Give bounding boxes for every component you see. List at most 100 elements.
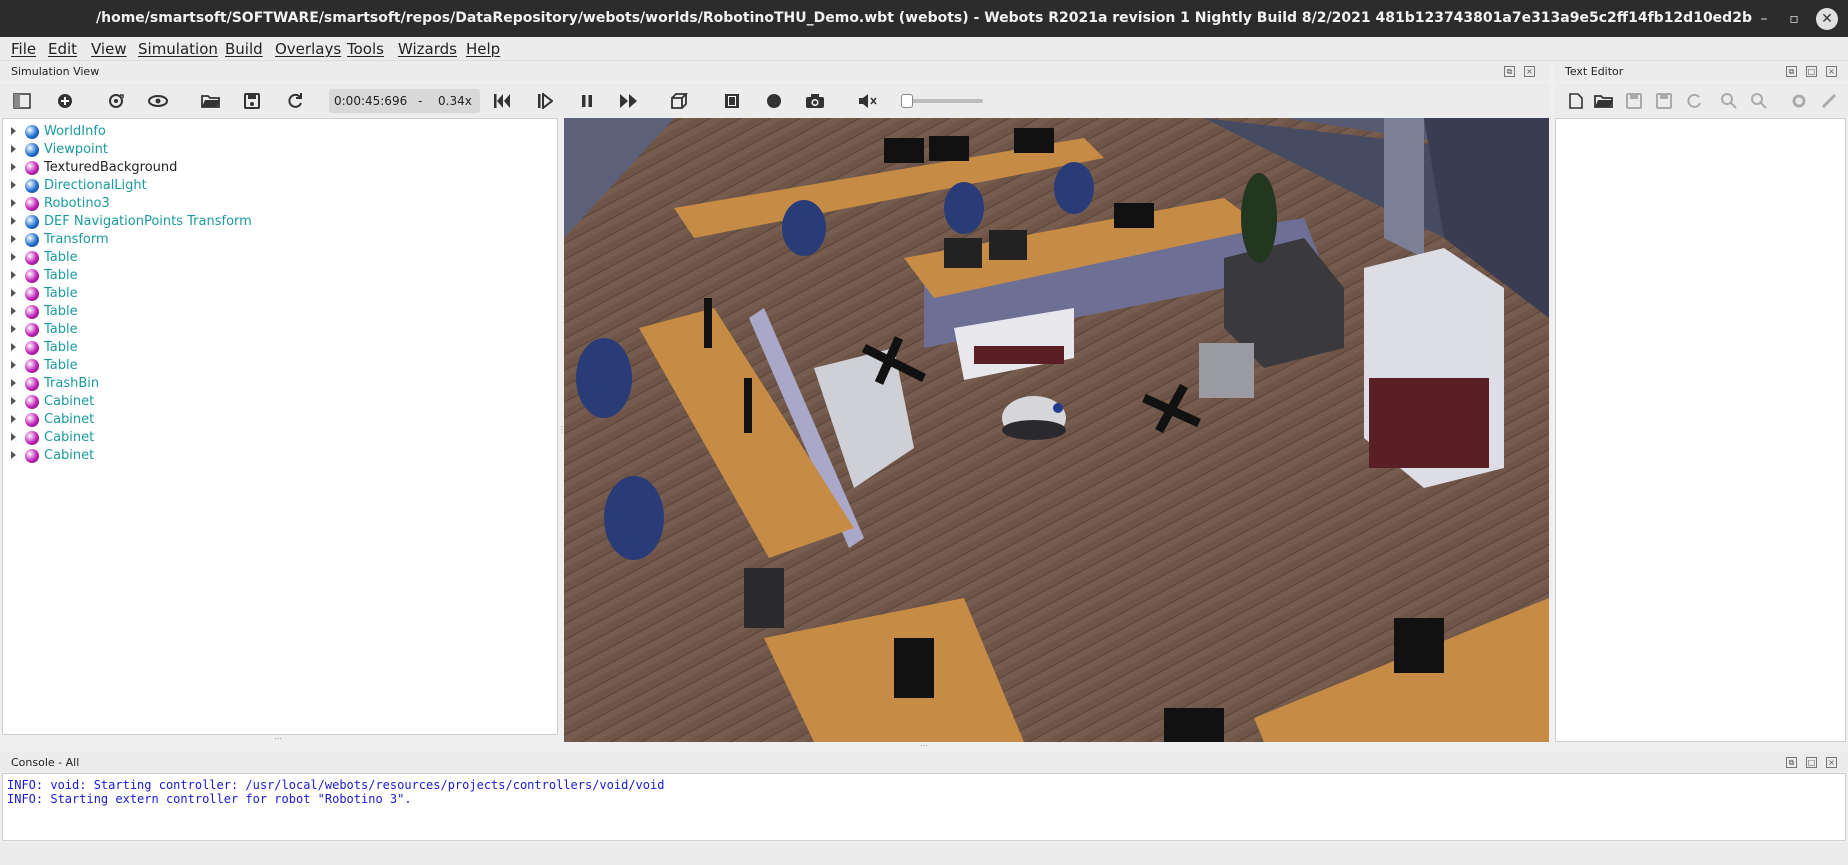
expand-arrow-icon[interactable] xyxy=(11,343,16,351)
scene-tree-node[interactable]: DirectionalLight xyxy=(3,177,557,195)
scene-tree-node-label: Robotino3 xyxy=(44,196,110,211)
float-dock-icon[interactable]: ⧉ xyxy=(1504,66,1515,77)
save-as-icon[interactable] xyxy=(1653,90,1675,112)
expand-arrow-icon[interactable] xyxy=(11,397,16,405)
expand-arrow-icon[interactable] xyxy=(11,451,16,459)
simulation-time: 0:00:45:696 xyxy=(334,94,408,108)
scene-tree-node-label: DirectionalLight xyxy=(44,178,147,193)
scene-tree-node[interactable]: Table xyxy=(3,267,557,285)
node-type-icon xyxy=(25,179,39,193)
menu-build[interactable]: Build xyxy=(225,40,263,58)
menu-overlays[interactable]: Overlays xyxy=(275,40,341,58)
3d-viewport[interactable] xyxy=(564,118,1549,742)
scene-tree-node[interactable]: Transform xyxy=(3,231,557,249)
scene-tree-node[interactable]: Cabinet xyxy=(3,429,557,447)
reload-icon[interactable] xyxy=(284,90,306,112)
scene-tree-node[interactable]: DEF NavigationPoints Transform xyxy=(3,213,557,231)
scene-tree-node[interactable]: TexturedBackground xyxy=(3,159,557,177)
scene-tree-node[interactable]: Table xyxy=(3,249,557,267)
scene-tree-node[interactable]: Table xyxy=(3,321,557,339)
build-icon[interactable] xyxy=(1788,90,1810,112)
close-dock-icon[interactable]: × xyxy=(1524,66,1535,77)
volume-slider[interactable] xyxy=(901,94,983,108)
restore-button[interactable]: ▫ xyxy=(1781,6,1807,32)
expand-arrow-icon[interactable] xyxy=(11,127,16,135)
splitter-handle[interactable]: ⋮ xyxy=(558,425,566,434)
expand-arrow-icon[interactable] xyxy=(11,433,16,441)
fast-forward-icon[interactable] xyxy=(618,90,640,112)
expand-arrow-icon[interactable] xyxy=(11,307,16,315)
new-file-icon[interactable] xyxy=(1565,90,1587,112)
splitter-handle[interactable]: ⋯ xyxy=(274,734,282,743)
skip-back-icon[interactable] xyxy=(491,90,513,112)
cube-icon[interactable] xyxy=(668,90,690,112)
expand-arrow-icon[interactable] xyxy=(11,217,16,225)
close-dock-icon[interactable]: × xyxy=(1826,66,1837,77)
expand-arrow-icon[interactable] xyxy=(11,325,16,333)
menu-simulation[interactable]: Simulation xyxy=(138,40,218,58)
close-dock-icon[interactable]: × xyxy=(1826,757,1837,768)
scene-tree-node[interactable]: Table xyxy=(3,285,557,303)
reset-viewpoint-icon[interactable] xyxy=(105,90,127,112)
camera-icon[interactable] xyxy=(804,90,826,112)
scene-tree-node[interactable]: Cabinet xyxy=(3,411,557,429)
sidebar-toggle-icon[interactable] xyxy=(11,90,33,112)
node-type-icon xyxy=(25,215,39,229)
scene-tree-node[interactable]: TrashBin xyxy=(3,375,557,393)
volume-slider-handle[interactable] xyxy=(901,94,913,108)
expand-arrow-icon[interactable] xyxy=(11,361,16,369)
expand-arrow-icon[interactable] xyxy=(11,199,16,207)
film-icon[interactable] xyxy=(721,90,743,112)
replace-icon[interactable] xyxy=(1748,90,1770,112)
expand-arrow-icon[interactable] xyxy=(11,379,16,387)
record-icon[interactable] xyxy=(763,90,785,112)
folder-open-icon[interactable] xyxy=(1593,90,1615,112)
save-icon[interactable] xyxy=(241,90,263,112)
menu-edit[interactable]: Edit xyxy=(48,40,77,58)
scene-tree-node[interactable]: Viewpoint xyxy=(3,141,557,159)
splitter-handle[interactable]: ⋯ xyxy=(920,741,928,750)
maximize-dock-icon[interactable]: □ xyxy=(1806,66,1817,77)
expand-arrow-icon[interactable] xyxy=(11,235,16,243)
speaker-mute-icon[interactable] xyxy=(857,90,879,112)
eye-icon[interactable] xyxy=(147,90,169,112)
save-icon[interactable] xyxy=(1623,90,1645,112)
pause-icon[interactable] xyxy=(576,90,598,112)
scene-tree-node[interactable]: WorldInfo xyxy=(3,123,557,141)
scene-tree-node[interactable]: Table xyxy=(3,357,557,375)
scene-tree-node[interactable]: Robotino3 xyxy=(3,195,557,213)
float-dock-icon[interactable]: ⧉ xyxy=(1786,757,1797,768)
expand-arrow-icon[interactable] xyxy=(11,289,16,297)
scene-tree-node-label: Table xyxy=(44,250,78,265)
expand-arrow-icon[interactable] xyxy=(11,145,16,153)
maximize-dock-icon[interactable]: □ xyxy=(1806,757,1817,768)
menu-wizards[interactable]: Wizards xyxy=(398,40,457,58)
expand-arrow-icon[interactable] xyxy=(11,271,16,279)
step-icon[interactable] xyxy=(534,90,556,112)
expand-arrow-icon[interactable] xyxy=(11,253,16,261)
console-output[interactable]: INFO: void: Starting controller: /usr/lo… xyxy=(2,773,1846,841)
revert-icon[interactable] xyxy=(1683,90,1705,112)
simulation-speed: 0.34x xyxy=(438,94,472,108)
menu-file[interactable]: File xyxy=(11,40,36,58)
expand-arrow-icon[interactable] xyxy=(11,163,16,171)
menu-tools[interactable]: Tools xyxy=(347,40,384,58)
add-icon[interactable] xyxy=(54,90,76,112)
menu-view[interactable]: View xyxy=(91,40,127,58)
expand-arrow-icon[interactable] xyxy=(11,181,16,189)
float-dock-icon[interactable]: ⧉ xyxy=(1786,66,1797,77)
time-separator: - xyxy=(418,94,423,108)
scene-tree-node-label: TexturedBackground xyxy=(44,160,178,175)
scene-tree-node[interactable]: Cabinet xyxy=(3,447,557,465)
menu-help[interactable]: Help xyxy=(466,40,500,58)
scene-tree-node[interactable]: Table xyxy=(3,303,557,321)
scene-tree-node[interactable]: Table xyxy=(3,339,557,357)
close-button[interactable]: ✕ xyxy=(1816,8,1838,30)
clean-icon[interactable] xyxy=(1818,90,1840,112)
scene-tree-node[interactable]: Cabinet xyxy=(3,393,557,411)
minimize-button[interactable]: – xyxy=(1751,6,1777,32)
text-editor-area[interactable] xyxy=(1555,118,1846,742)
find-icon[interactable] xyxy=(1718,90,1740,112)
folder-open-icon[interactable] xyxy=(200,90,222,112)
expand-arrow-icon[interactable] xyxy=(11,415,16,423)
